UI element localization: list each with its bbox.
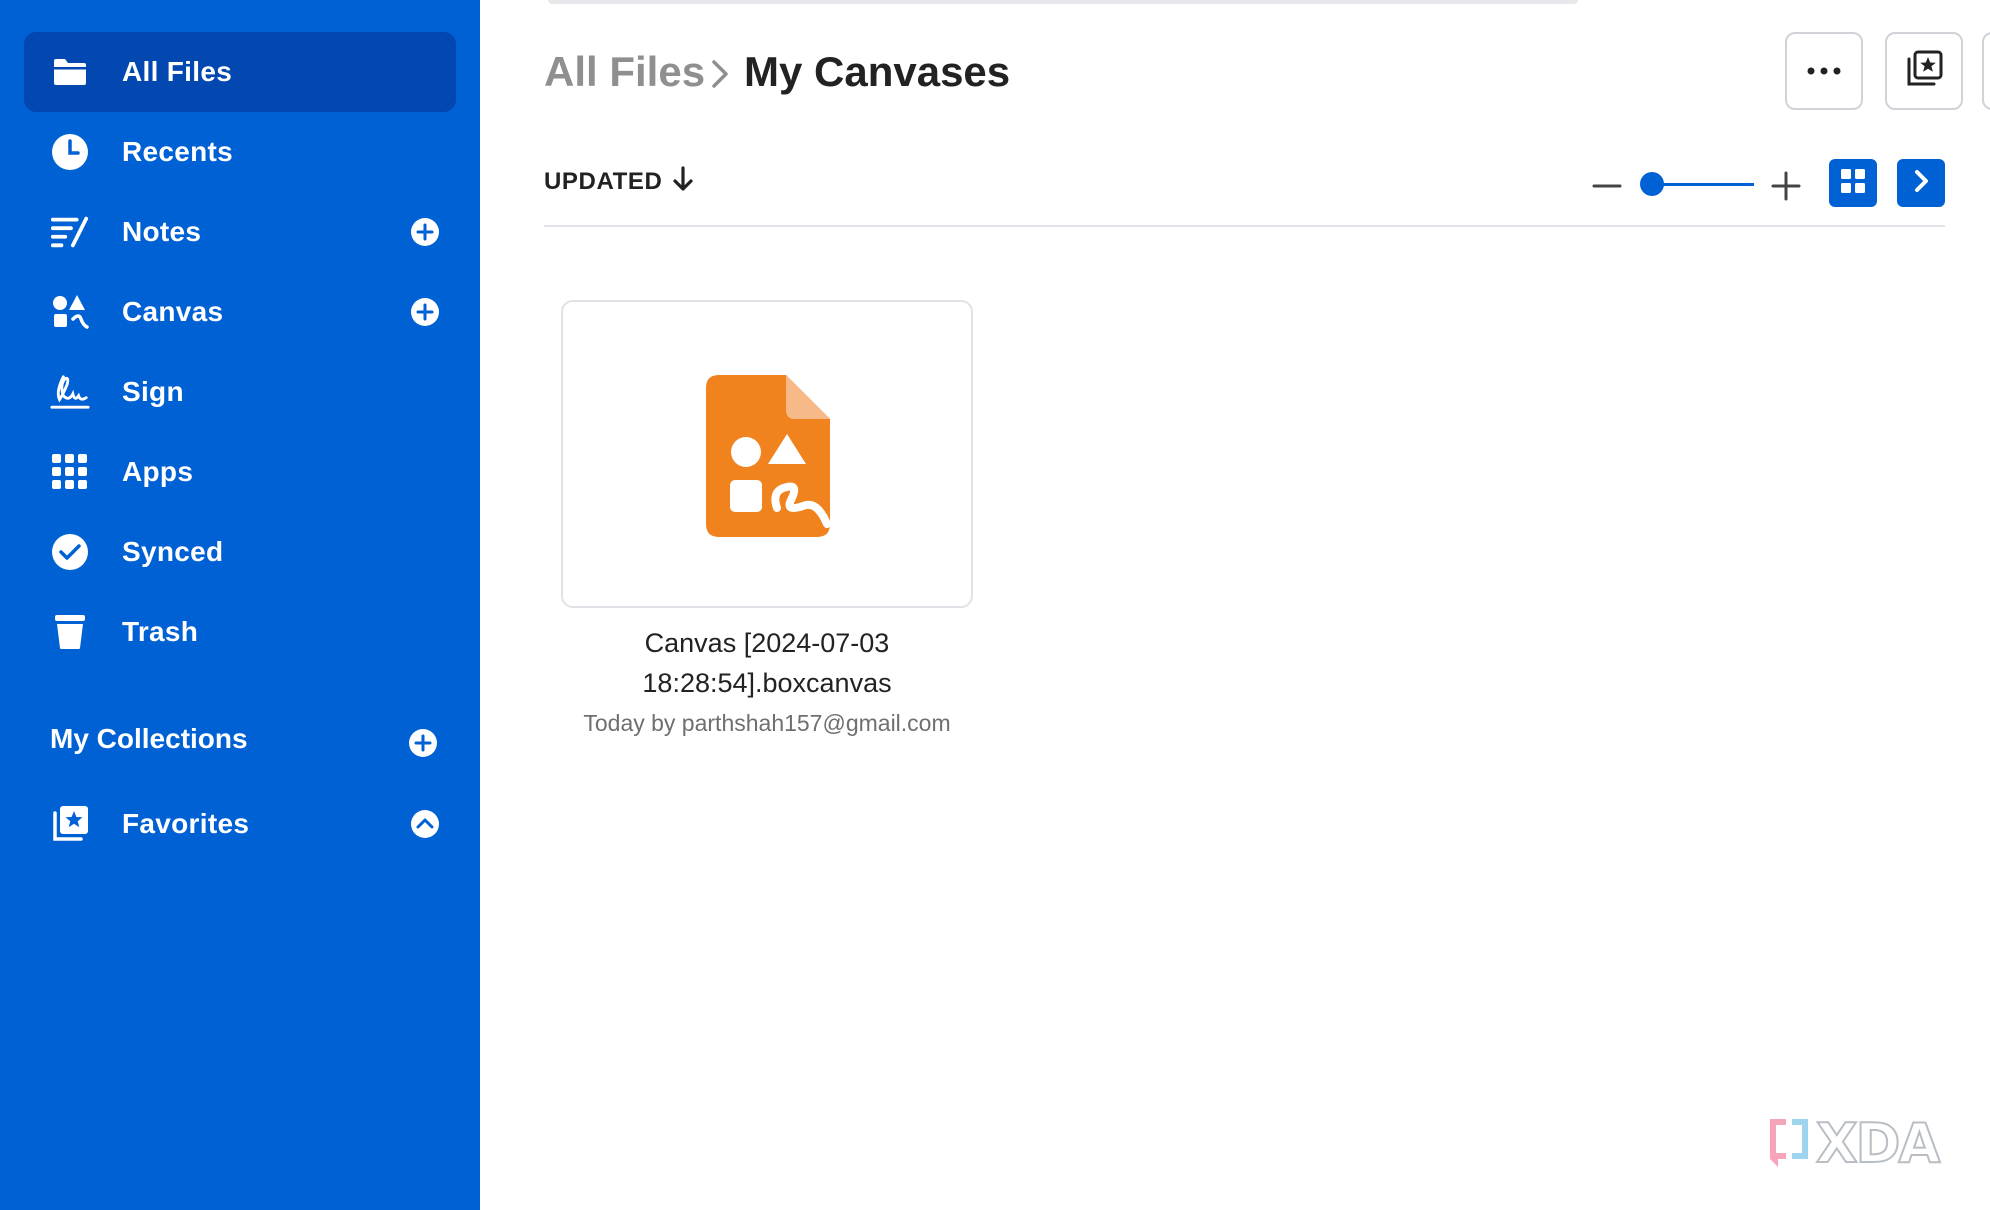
chevron-right-icon bbox=[705, 56, 735, 92]
file-name[interactable]: Canvas [2024-07-03 18:28:54].boxcanvas bbox=[561, 623, 973, 703]
sidebar-item-favorites[interactable]: Favorites bbox=[24, 784, 456, 864]
details-panel-button[interactable] bbox=[1897, 159, 1945, 207]
toolbar-divider bbox=[544, 225, 1945, 227]
zoom-slider-handle[interactable] bbox=[1640, 172, 1664, 196]
sidebar-item-apps[interactable]: Apps bbox=[24, 432, 456, 512]
favorites-icon bbox=[50, 804, 90, 844]
sort-button[interactable]: UPDATED bbox=[544, 166, 694, 197]
sidebar-item-recents[interactable]: Recents bbox=[24, 112, 456, 192]
file-meta: Today by parthshah157@gmail.com bbox=[583, 710, 951, 736]
sidebar-item-label: Favorites bbox=[122, 808, 250, 839]
file-name-line: 18:28:54].boxcanvas bbox=[642, 668, 892, 698]
favorites-icon bbox=[1905, 50, 1943, 93]
signature-icon bbox=[50, 372, 90, 412]
notes-icon bbox=[50, 212, 90, 252]
zoom-slider-track[interactable] bbox=[1650, 183, 1754, 186]
collapse-favorites-icon[interactable] bbox=[410, 809, 440, 839]
folder-icon bbox=[50, 52, 90, 92]
add-note-icon[interactable] bbox=[410, 217, 440, 247]
sidebar-item-label: Trash bbox=[122, 616, 199, 647]
xda-watermark: XDA bbox=[1766, 1111, 1941, 1176]
sidebar-item-label: Synced bbox=[122, 536, 224, 567]
sidebar-item-sign[interactable]: Sign bbox=[24, 352, 456, 432]
zoom-out-icon[interactable] bbox=[1592, 171, 1622, 201]
sidebar-item-label: All Files bbox=[122, 56, 233, 87]
more-options-button[interactable] bbox=[1785, 32, 1863, 110]
share-button[interactable] bbox=[1982, 32, 1990, 110]
arrow-down-icon bbox=[672, 166, 694, 197]
clock-icon bbox=[50, 132, 90, 172]
canvas-file-icon bbox=[705, 374, 831, 543]
xda-wordmark: XDA bbox=[1815, 1111, 1941, 1176]
add-canvas-icon[interactable] bbox=[410, 297, 440, 327]
grid-icon bbox=[1840, 168, 1866, 199]
canvas-icon bbox=[50, 292, 90, 332]
chevron-right-icon bbox=[1910, 168, 1932, 199]
sidebar-item-synced[interactable]: Synced bbox=[24, 512, 456, 592]
sidebar-item-notes[interactable]: Notes bbox=[24, 192, 456, 272]
sidebar-item-label: Notes bbox=[122, 216, 202, 247]
breadcrumb-root[interactable]: All Files bbox=[544, 48, 705, 96]
sidebar-item-canvas[interactable]: Canvas bbox=[24, 272, 456, 352]
ellipsis-icon bbox=[1807, 62, 1841, 80]
sort-label: UPDATED bbox=[544, 167, 663, 195]
sidebar: All Files Recents Notes Canvas Sign Apps… bbox=[0, 0, 480, 1210]
sidebar-item-label: Recents bbox=[122, 136, 234, 167]
grid-view-button[interactable] bbox=[1829, 159, 1877, 207]
add-to-favorites-button[interactable] bbox=[1885, 32, 1963, 110]
check-circle-icon bbox=[50, 532, 90, 572]
trash-icon bbox=[50, 612, 90, 652]
search-bar-edge bbox=[548, 0, 1578, 4]
sidebar-item-trash[interactable]: Trash bbox=[24, 592, 456, 672]
zoom-in-icon[interactable] bbox=[1770, 170, 1802, 202]
sidebar-item-all-files[interactable]: All Files bbox=[24, 32, 456, 112]
sidebar-item-label: Sign bbox=[122, 376, 184, 407]
file-card[interactable] bbox=[561, 300, 973, 608]
xda-logo-icon bbox=[1766, 1113, 1812, 1174]
sidebar-item-label: Canvas bbox=[122, 296, 224, 327]
apps-grid-icon bbox=[50, 452, 90, 492]
page-title: My Canvases bbox=[744, 48, 1011, 95]
collections-heading: My Collections bbox=[50, 723, 248, 754]
add-collection-icon[interactable] bbox=[408, 728, 438, 758]
sidebar-item-label: Apps bbox=[122, 456, 194, 487]
file-name-line: Canvas [2024-07-03 bbox=[644, 628, 890, 658]
